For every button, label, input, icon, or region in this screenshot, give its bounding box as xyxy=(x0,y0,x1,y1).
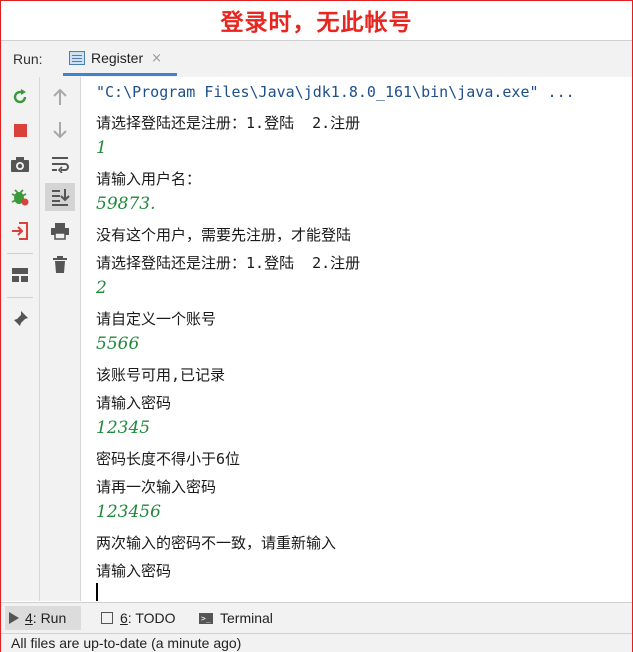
console-line: 请输入密码 xyxy=(96,394,172,412)
toolbar-divider xyxy=(7,297,33,298)
soft-wrap-icon[interactable] xyxy=(48,152,72,176)
banner-text: 登录时，无此帐号 xyxy=(220,10,413,36)
arrow-up-icon[interactable] xyxy=(48,85,72,109)
tab-terminal[interactable]: >_ Terminal xyxy=(199,606,273,630)
todo-icon xyxy=(101,612,113,624)
annotation-banner: 登录时，无此帐号 xyxy=(1,1,632,39)
close-icon[interactable]: × xyxy=(151,51,162,66)
user-input-line: 123456 xyxy=(96,502,161,522)
layout-icon[interactable] xyxy=(8,263,32,287)
console-line: 该账号可用,已记录 xyxy=(96,366,226,384)
tab-todo[interactable]: 6 : TODO xyxy=(101,606,176,630)
pin-icon[interactable] xyxy=(8,307,32,331)
console-output[interactable]: "C:\Program Files\Java\jdk1.8.0_161\bin\… xyxy=(81,77,632,601)
debug-bug-icon[interactable] xyxy=(8,185,32,209)
console-line: 请选择登陆还是注册：1.登陆 2.注册 xyxy=(96,114,361,132)
run-label: Run: xyxy=(13,51,43,67)
rerun-icon[interactable] xyxy=(8,85,32,109)
console-line: 密码长度不得小于6位 xyxy=(96,450,241,468)
tab-todo-label: : TODO xyxy=(127,610,176,626)
console-line: "C:\Program Files\Java\jdk1.8.0_161\bin\… xyxy=(96,83,575,101)
console-actions-toolbar xyxy=(40,77,81,601)
print-icon[interactable] xyxy=(48,219,72,243)
user-input-line: 2 xyxy=(96,278,107,298)
tool-window-bar: 4 : Run 6 : TODO >_ Terminal xyxy=(1,602,632,633)
camera-icon[interactable] xyxy=(8,152,32,176)
run-icon xyxy=(9,612,19,624)
text-cursor xyxy=(96,583,98,601)
tab-run-number: 4 xyxy=(25,610,33,626)
run-actions-toolbar xyxy=(1,77,40,601)
console-line: 请选择登陆还是注册：1.登陆 2.注册 xyxy=(96,254,361,272)
tab-todo-number: 6 xyxy=(120,610,128,626)
tab-terminal-label: Terminal xyxy=(220,610,273,626)
tab-register[interactable]: Register × xyxy=(63,41,177,75)
user-input-line: 5566 xyxy=(96,334,140,354)
console-icon xyxy=(69,51,85,65)
status-text: All files are up-to-date (a minute ago) xyxy=(11,635,242,651)
run-tool-window-header: Run: Register × xyxy=(1,40,632,78)
arrow-down-icon[interactable] xyxy=(48,118,72,142)
user-input-line: 1 xyxy=(96,138,107,158)
login-exit-icon[interactable] xyxy=(8,219,32,243)
console-line: 请输入用户名： xyxy=(96,170,202,188)
console-line: 没有这个用户，需要先注册，才能登陆 xyxy=(96,226,352,244)
console-line: 请输入密码 xyxy=(96,562,172,580)
terminal-icon: >_ xyxy=(199,612,213,624)
console-line: 请再一次输入密码 xyxy=(96,478,217,496)
status-bar: All files are up-to-date (a minute ago) xyxy=(1,633,632,652)
console-line: 请自定义一个账号 xyxy=(96,310,217,328)
trash-icon[interactable] xyxy=(48,253,72,277)
user-input-line: 12345 xyxy=(96,418,151,438)
user-input-line: 59873. xyxy=(96,194,156,214)
scroll-to-end-icon[interactable] xyxy=(45,183,75,211)
tab-run-label: : Run xyxy=(32,610,67,626)
tab-run[interactable]: 4 : Run xyxy=(5,606,81,630)
toolbar-divider xyxy=(7,253,33,254)
tab-register-label: Register xyxy=(91,50,144,66)
active-tab-indicator xyxy=(63,73,177,76)
stop-icon[interactable] xyxy=(8,118,32,142)
console-line: 两次输入的密码不一致，请重新输入 xyxy=(96,534,337,552)
